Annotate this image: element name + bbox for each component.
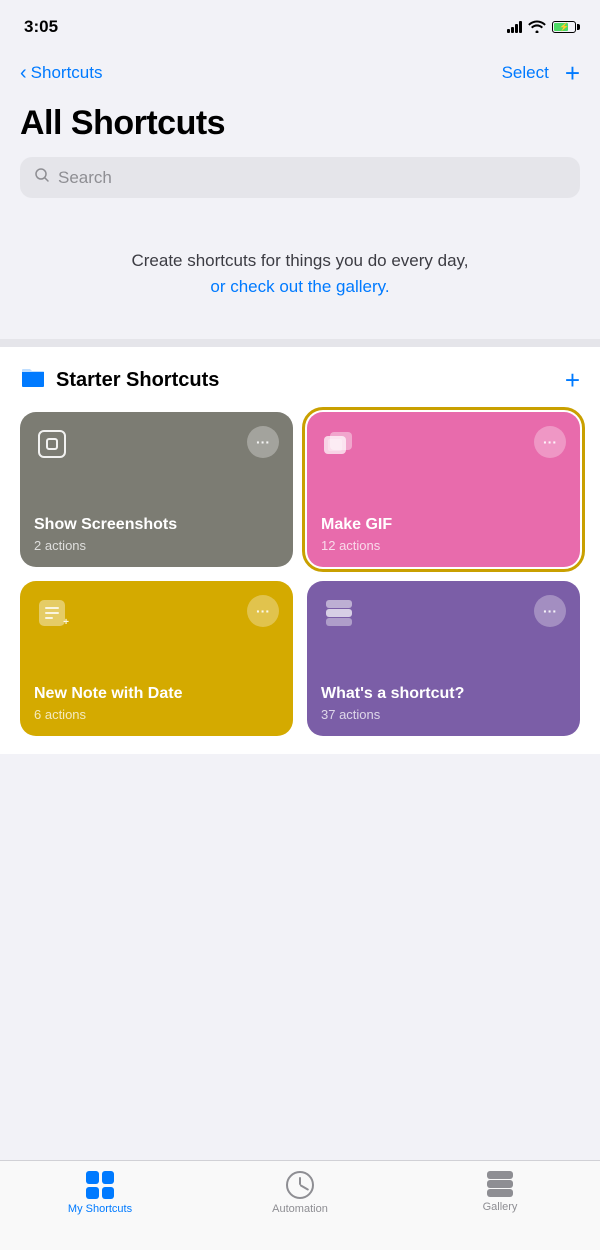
more-button-gif[interactable]: ···	[534, 426, 566, 458]
card-actions-what: 37 actions	[321, 707, 566, 722]
more-button-what[interactable]: ···	[534, 595, 566, 627]
tab-automation[interactable]: Automation	[200, 1171, 400, 1215]
tab-gallery[interactable]: Gallery	[400, 1171, 600, 1213]
add-button[interactable]: +	[565, 60, 580, 86]
card-bottom: Show Screenshots 2 actions	[34, 515, 279, 553]
starter-add-button[interactable]: +	[565, 365, 580, 396]
empty-state: Create shortcuts for things you do every…	[0, 208, 600, 339]
shortcut-card-note[interactable]: + ··· New Note with Date 6 actions	[20, 581, 293, 736]
back-label: Shortcuts	[31, 63, 103, 83]
starter-section: Starter Shortcuts + ··· Show Screenshots…	[0, 347, 600, 754]
starter-header: Starter Shortcuts +	[20, 365, 580, 396]
tab-label-automation: Automation	[272, 1203, 328, 1215]
empty-state-text: Create shortcuts for things you do every…	[30, 248, 570, 299]
my-shortcuts-icon	[86, 1171, 114, 1199]
status-icons: ⚡	[507, 19, 576, 36]
starter-title-group: Starter Shortcuts	[20, 367, 219, 395]
card-bottom: What's a shortcut? 37 actions	[321, 684, 566, 722]
search-bar[interactable]: Search	[20, 157, 580, 198]
shortcut-card-gif[interactable]: ··· Make GIF 12 actions	[307, 412, 580, 567]
search-placeholder: Search	[58, 168, 112, 188]
more-button-note[interactable]: ···	[247, 595, 279, 627]
shortcut-card-screenshots[interactable]: ··· Show Screenshots 2 actions	[20, 412, 293, 567]
search-icon	[34, 167, 50, 188]
card-actions-screenshots: 2 actions	[34, 538, 279, 553]
tab-my-shortcuts[interactable]: My Shortcuts	[0, 1171, 200, 1215]
shortcut-card-what[interactable]: ··· What's a shortcut? 37 actions	[307, 581, 580, 736]
card-actions-note: 6 actions	[34, 707, 279, 722]
card-bottom: New Note with Date 6 actions	[34, 684, 279, 722]
card-top: ···	[321, 595, 566, 631]
screenshots-icon	[34, 426, 70, 462]
battery-icon: ⚡	[552, 21, 576, 33]
page-title: All Shortcuts	[20, 104, 580, 143]
nav-bar: ‹ Shortcuts Select +	[0, 50, 600, 100]
card-actions-gif: 12 actions	[321, 538, 566, 553]
starter-title: Starter Shortcuts	[56, 369, 219, 392]
search-section: Search	[0, 153, 600, 208]
more-button-screenshots[interactable]: ···	[247, 426, 279, 458]
status-time: 3:05	[24, 17, 58, 37]
card-name-what: What's a shortcut?	[321, 684, 566, 705]
note-icon: +	[34, 595, 70, 631]
nav-actions: Select +	[502, 60, 580, 86]
gif-icon	[321, 426, 357, 462]
section-divider	[0, 339, 600, 347]
signal-icon	[507, 21, 522, 33]
back-button[interactable]: ‹ Shortcuts	[20, 62, 102, 85]
chevron-left-icon: ‹	[20, 62, 27, 85]
card-top: ···	[34, 426, 279, 462]
card-name-note: New Note with Date	[34, 684, 279, 705]
tab-label-my-shortcuts: My Shortcuts	[68, 1203, 132, 1215]
gallery-icon	[486, 1171, 514, 1197]
status-bar: 3:05 ⚡	[0, 0, 600, 50]
layers-icon	[321, 595, 357, 631]
automation-icon	[286, 1171, 314, 1199]
tab-bar: My Shortcuts Automation Gallery	[0, 1160, 600, 1250]
card-top: ···	[321, 426, 566, 462]
tab-label-gallery: Gallery	[483, 1201, 518, 1213]
gallery-link[interactable]: or check out the gallery.	[210, 277, 389, 296]
card-name-screenshots: Show Screenshots	[34, 515, 279, 536]
card-name-gif: Make GIF	[321, 515, 566, 536]
folder-icon	[20, 367, 46, 395]
shortcuts-grid: ··· Show Screenshots 2 actions ···	[20, 412, 580, 736]
card-top: + ···	[34, 595, 279, 631]
page-title-section: All Shortcuts	[0, 100, 600, 153]
card-bottom: Make GIF 12 actions	[321, 515, 566, 553]
select-button[interactable]: Select	[502, 63, 549, 83]
wifi-icon	[528, 19, 546, 36]
